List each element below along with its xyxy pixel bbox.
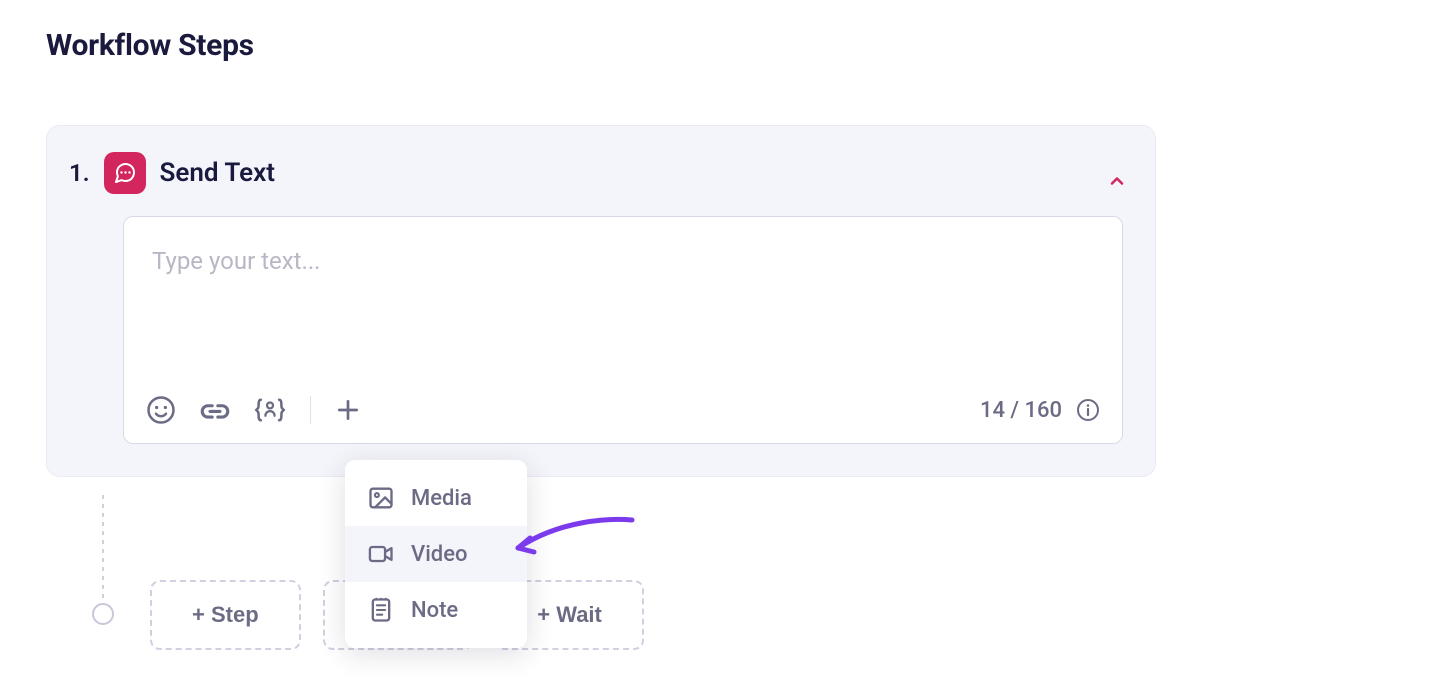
note-icon	[367, 596, 395, 624]
char-count: 14 / 160	[980, 398, 1062, 423]
link-icon	[198, 395, 232, 425]
add-button[interactable]	[335, 397, 361, 423]
image-icon	[367, 484, 395, 512]
step-title: Send Text	[160, 158, 276, 188]
connector-node	[92, 603, 114, 625]
popover-item-media[interactable]: Media	[345, 470, 527, 526]
chat-icon	[104, 152, 146, 194]
page-title: Workflow Steps	[46, 28, 254, 63]
text-editor: 14 / 160	[123, 216, 1123, 444]
video-icon	[367, 540, 395, 568]
toolbar-divider	[310, 396, 311, 424]
popover-item-video[interactable]: Video	[345, 526, 527, 582]
link-button[interactable]	[198, 395, 232, 425]
popover-item-label: Video	[411, 542, 467, 567]
info-icon	[1076, 398, 1100, 422]
attachment-popover: Media Video Note	[345, 460, 527, 648]
info-button[interactable]	[1076, 398, 1100, 422]
variable-icon	[254, 395, 286, 425]
add-step-button[interactable]: + Step	[150, 580, 301, 650]
step-number: 1.	[69, 159, 90, 187]
plus-icon	[335, 397, 361, 423]
char-count-wrap: 14 / 160	[980, 398, 1100, 423]
message-textarea[interactable]	[124, 217, 1122, 377]
emoji-button[interactable]	[146, 395, 176, 425]
connector-line	[102, 495, 104, 610]
editor-toolbar: 14 / 160	[124, 381, 1122, 443]
popover-item-note[interactable]: Note	[345, 582, 527, 638]
workflow-step-card: 1. Send Text	[46, 125, 1156, 477]
emoji-icon	[146, 395, 176, 425]
popover-item-label: Note	[411, 598, 458, 623]
collapse-button[interactable]	[1107, 171, 1127, 195]
step-header: 1. Send Text	[67, 152, 1123, 194]
variable-button[interactable]	[254, 395, 286, 425]
popover-item-label: Media	[411, 486, 472, 511]
